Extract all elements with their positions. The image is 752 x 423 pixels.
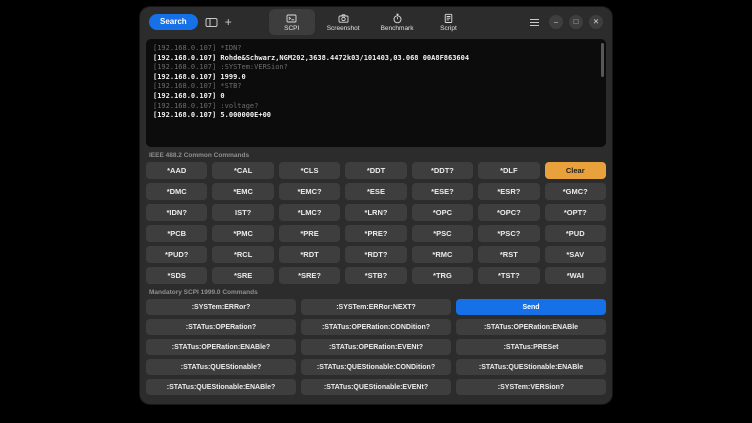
ieee-command-button[interactable]: *OPC? [478, 204, 539, 221]
scpi-command-button[interactable]: :STATus:QUEStionable? [146, 359, 296, 375]
console-lines: [192.168.0.107] *IDN?[192.168.0.107] Roh… [153, 44, 599, 121]
tab-label: Benchmark [381, 25, 414, 32]
ieee-command-button[interactable]: *RDT [279, 246, 340, 263]
scpi-command-button[interactable]: :STATus:QUEStionable:ENABle [456, 359, 606, 375]
ieee-command-button[interactable]: *PSC [412, 225, 473, 242]
ieee-command-button[interactable]: *TRG [412, 267, 473, 284]
ieee-command-button[interactable]: *RCL [212, 246, 273, 263]
tab-label: Script [440, 25, 457, 32]
ieee-command-button[interactable]: *WAI [545, 267, 606, 284]
console-line-query: [192.168.0.107] *IDN? [153, 44, 599, 54]
scpi-command-button[interactable]: :STATus:PRESet [456, 339, 606, 355]
tab-label: SCPI [284, 25, 299, 32]
camera-icon [338, 13, 349, 24]
ieee-command-button[interactable]: *SAV [545, 246, 606, 263]
console-line-query: [192.168.0.107] :SYSTem:VERSion? [153, 63, 599, 73]
ieee-command-button[interactable]: *CAL [212, 162, 273, 179]
ieee-command-button[interactable]: *PCB [146, 225, 207, 242]
minimize-button[interactable]: – [549, 15, 563, 29]
section-title-ieee: IEEE 488.2 Common Commands [149, 152, 603, 159]
console-line-query: [192.168.0.107] :voltage? [153, 102, 599, 112]
scpi-command-button[interactable]: :STATus:QUEStionable:EVENt? [301, 379, 451, 395]
ieee-command-button[interactable]: *PMC [212, 225, 273, 242]
ieee-command-button[interactable]: *EMC [212, 183, 273, 200]
console-line-query: [192.168.0.107] *STB? [153, 82, 599, 92]
ieee-command-button[interactable]: *PRE [279, 225, 340, 242]
terminal-icon [286, 13, 297, 24]
scpi-command-button[interactable]: :SYSTem:ERRor:NEXT? [301, 299, 451, 315]
stopwatch-icon [392, 13, 403, 24]
send-button[interactable]: Send [456, 299, 606, 315]
ieee-command-button[interactable]: *DDT? [412, 162, 473, 179]
ieee-command-button[interactable]: *AAD [146, 162, 207, 179]
scpi-command-button[interactable]: :STATus:OPERation:EVENt? [301, 339, 451, 355]
ieee-command-button[interactable]: *PSC? [478, 225, 539, 242]
ieee-command-button[interactable]: *ESE [345, 183, 406, 200]
ieee-command-button[interactable]: *PUD [545, 225, 606, 242]
ieee-command-button[interactable]: *LRN? [345, 204, 406, 221]
console-line-response: [192.168.0.107] 1999.0 [153, 73, 599, 83]
ieee-command-button[interactable]: *SDS [146, 267, 207, 284]
ieee-command-button[interactable]: *RDT? [345, 246, 406, 263]
scpi-command-button[interactable]: :STATus:OPERation:ENABle? [146, 339, 296, 355]
console-line-response: [192.168.0.107] Rohde&Schwarz,NGM202,363… [153, 54, 599, 64]
ieee-command-grid: *AAD *CAL *CLS *DDT *DDT? *DLF Clear *DMC *EMC *E… [140, 162, 612, 284]
scpi-command-button[interactable]: :SYSTem:VERSion? [456, 379, 606, 395]
ieee-command-button[interactable]: *RMC [412, 246, 473, 263]
scpi-command-grid: :SYSTem:ERRor? :SYSTem:ERRor:NEXT? Send :ST… [140, 299, 612, 395]
maximize-button[interactable]: □ [569, 15, 583, 29]
tab-benchmark[interactable]: Benchmark [372, 9, 423, 35]
ieee-command-button[interactable]: *GMC? [545, 183, 606, 200]
tab-bar: SCPI Screenshot Benchmark Script [269, 9, 472, 35]
ieee-command-button[interactable]: *RST [478, 246, 539, 263]
console-line-response: [192.168.0.107] 0 [153, 92, 599, 102]
sidebar-toggle-button[interactable] [205, 17, 218, 28]
ieee-command-button[interactable]: *CLS [279, 162, 340, 179]
ieee-command-button[interactable]: *SRE? [279, 267, 340, 284]
ieee-command-button[interactable]: *LMC? [279, 204, 340, 221]
clear-button[interactable]: Clear [545, 162, 606, 179]
scpi-command-button[interactable]: :STATus:OPERation:ENABle [456, 319, 606, 335]
tab-label: Screenshot [327, 25, 360, 32]
search-button[interactable]: Search [149, 14, 198, 30]
ieee-command-button[interactable]: *EMC? [279, 183, 340, 200]
ieee-command-button[interactable]: *SRE [212, 267, 273, 284]
sidebar-toggle-icon [205, 17, 218, 28]
ieee-command-button[interactable]: *PUD? [146, 246, 207, 263]
new-tab-button[interactable]: + [225, 16, 232, 28]
ieee-command-button[interactable]: *STB? [345, 267, 406, 284]
ieee-command-button[interactable]: *DMC [146, 183, 207, 200]
console-output: [192.168.0.107] *IDN?[192.168.0.107] Roh… [146, 39, 606, 147]
ieee-command-button[interactable]: *TST? [478, 267, 539, 284]
ieee-command-button[interactable]: IST? [212, 204, 273, 221]
section-title-scpi: Mandatory SCPI 1999.0 Commands [149, 289, 603, 296]
scpi-command-button[interactable]: :STATus:QUEStionable:CONDition? [301, 359, 451, 375]
ieee-command-button[interactable]: *ESE? [412, 183, 473, 200]
tab-script[interactable]: Script [425, 9, 471, 35]
tab-screenshot[interactable]: Screenshot [318, 9, 369, 35]
ieee-command-button[interactable]: *OPC [412, 204, 473, 221]
ieee-command-button[interactable]: *OPT? [545, 204, 606, 221]
titlebar: Search + SCPI Screenshot Benchmark Script [140, 7, 612, 37]
scpi-command-button[interactable]: :STATus:OPERation? [146, 319, 296, 335]
ieee-command-button[interactable]: *ESR? [478, 183, 539, 200]
plus-icon: + [225, 16, 232, 28]
scpi-command-button[interactable]: :STATus:OPERation:CONDition? [301, 319, 451, 335]
console-line-response: [192.168.0.107] 5.000000E+00 [153, 111, 599, 121]
ieee-command-button[interactable]: *DLF [478, 162, 539, 179]
hamburger-icon [529, 18, 540, 27]
app-window: Search + SCPI Screenshot Benchmark Script [140, 7, 612, 404]
scpi-command-button[interactable]: :STATus:QUEStionable:ENABle? [146, 379, 296, 395]
titlebar-controls: – □ ✕ [529, 15, 603, 29]
ieee-command-button[interactable]: *DDT [345, 162, 406, 179]
script-icon [443, 13, 454, 24]
tab-scpi[interactable]: SCPI [269, 9, 315, 35]
ieee-command-button[interactable]: *PRE? [345, 225, 406, 242]
ieee-command-button[interactable]: *IDN? [146, 204, 207, 221]
scrollbar-thumb[interactable] [601, 43, 604, 77]
close-button[interactable]: ✕ [589, 15, 603, 29]
menu-button[interactable] [529, 18, 540, 27]
scpi-command-button[interactable]: :SYSTem:ERRor? [146, 299, 296, 315]
